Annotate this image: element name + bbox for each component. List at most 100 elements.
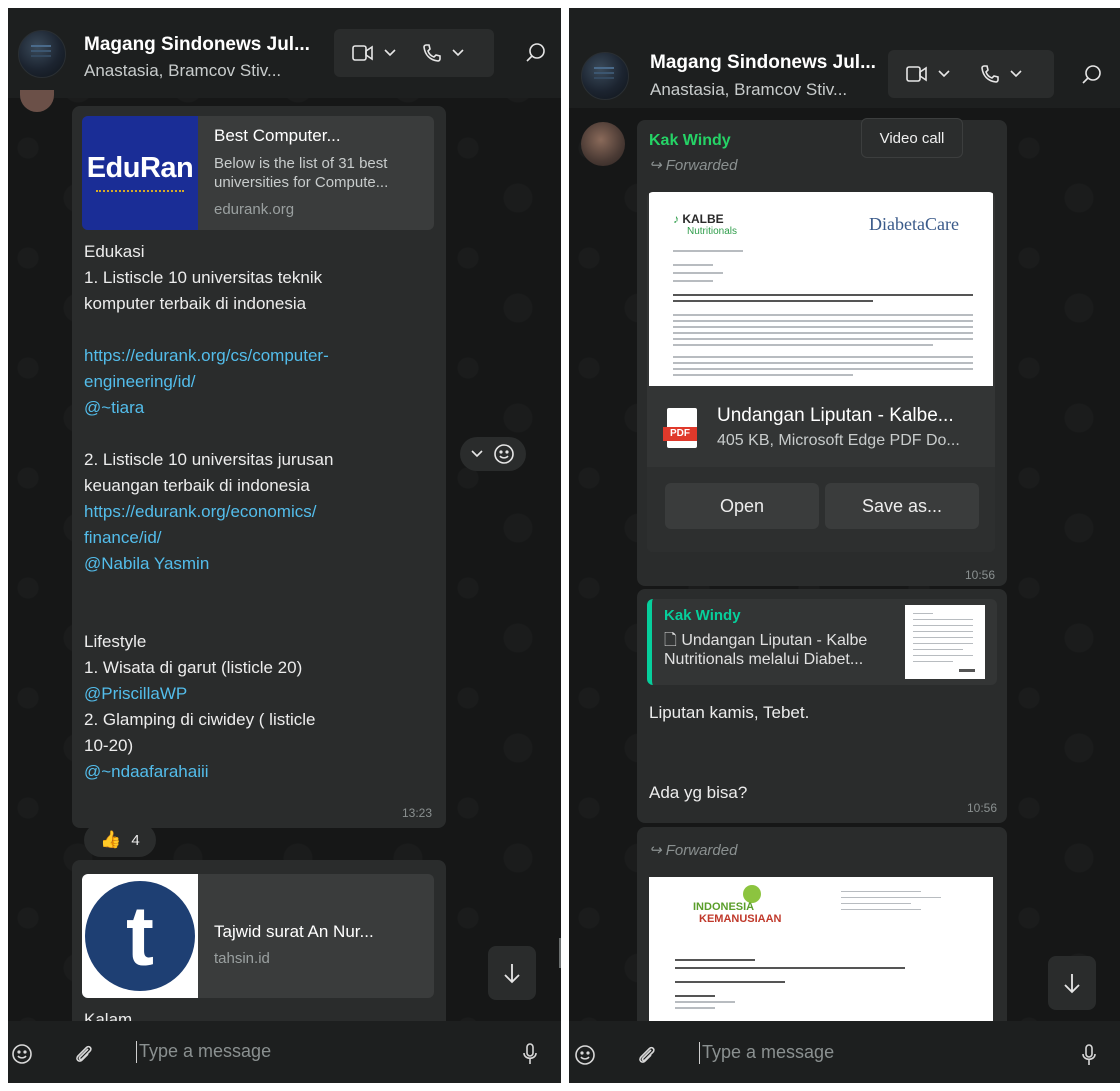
forward-arrow-icon: ↪ bbox=[649, 842, 666, 859]
chat-header: Magang Sindonews Jul... Anastasia, Bramc… bbox=[8, 8, 561, 98]
pdf-file-icon: PDF bbox=[663, 408, 697, 448]
logo-letter: t bbox=[85, 881, 195, 991]
message-time: 13:23 bbox=[402, 806, 433, 820]
message-link[interactable]: @PriscillaWP bbox=[84, 682, 187, 706]
message-link[interactable]: https://edurank.org/cs/computer- bbox=[84, 344, 329, 368]
scroll-to-bottom-button[interactable] bbox=[488, 946, 536, 1000]
emoji-button[interactable] bbox=[8, 1040, 36, 1068]
message-link[interactable]: @~tiara bbox=[84, 396, 144, 420]
message-text: Ada yg bisa? bbox=[649, 783, 748, 802]
chat-window-left: Magang Sindonews Jul... Anastasia, Bramc… bbox=[8, 8, 561, 1083]
sender-name[interactable]: Kak Windy bbox=[649, 132, 731, 150]
emoji-button[interactable] bbox=[571, 1041, 599, 1069]
link-title: Tajwid surat An Nur... bbox=[214, 922, 374, 941]
sender-avatar[interactable] bbox=[581, 122, 625, 166]
message-line: 1. Wisata di garut (listicle 20) bbox=[84, 658, 303, 677]
attach-button[interactable] bbox=[633, 1041, 661, 1069]
forwarded-label: ↪ Forwarded bbox=[649, 156, 737, 174]
voice-call-button[interactable] bbox=[414, 29, 482, 77]
message-link[interactable]: https://edurank.org/economics/ bbox=[84, 500, 316, 524]
message-bubble[interactable]: ↪ Forwarded INDONESIA KEMANUSIAAN bbox=[637, 827, 1007, 1047]
chevron-down-icon[interactable] bbox=[471, 450, 483, 458]
video-call-tooltip: Video call bbox=[861, 118, 963, 158]
chevron-down-icon bbox=[938, 70, 950, 78]
compose-bar: Type a message bbox=[8, 1021, 561, 1083]
group-avatar[interactable] bbox=[18, 30, 66, 78]
chat-title[interactable]: Magang Sindonews Jul... bbox=[650, 52, 876, 74]
group-avatar[interactable] bbox=[581, 52, 629, 100]
save-as-button[interactable]: Save as... bbox=[825, 483, 979, 529]
message-link[interactable]: @~ndaafarahaiii bbox=[84, 760, 209, 784]
logo-line-1: INDONESIA bbox=[693, 901, 755, 913]
search-icon bbox=[526, 43, 545, 62]
search-button[interactable] bbox=[1072, 55, 1112, 95]
message-bubble[interactable]: Kak Windy ↪ Forwarded ♪ KALBE Nutritiona… bbox=[637, 120, 1007, 586]
edurank-logo: EduRan bbox=[82, 116, 198, 230]
emoji-icon bbox=[575, 1045, 595, 1065]
reaction-chip[interactable]: 👍 4 bbox=[84, 823, 156, 857]
link-domain: edurank.org bbox=[214, 201, 295, 218]
chat-participants[interactable]: Anastasia, Bramcov Stiv... bbox=[84, 61, 281, 81]
message-line: 10-20) bbox=[84, 736, 134, 755]
voice-call-button[interactable] bbox=[968, 50, 1040, 98]
open-button[interactable]: Open bbox=[665, 483, 819, 529]
phone-icon bbox=[423, 44, 441, 62]
video-call-button[interactable] bbox=[888, 50, 968, 98]
message-line: 2. Glamping di ciwidey ( listicle bbox=[84, 710, 316, 729]
emoji-icon bbox=[12, 1044, 32, 1064]
arrow-down-icon bbox=[504, 964, 520, 984]
message-link[interactable]: engineering/id/ bbox=[84, 370, 196, 394]
diabetacare-logo: DiabetaCare bbox=[869, 214, 959, 234]
chat-window-right: Magang Sindonews Jul... Anastasia, Bramc… bbox=[569, 8, 1120, 1083]
forward-arrow-icon: ↪ bbox=[649, 157, 666, 174]
message-line: Lifestyle bbox=[84, 632, 147, 651]
document-preview[interactable]: ♪ KALBE Nutritionals DiabetaCare bbox=[649, 192, 993, 386]
message-bubble[interactable]: EduRan Best Computer... Below is the lis… bbox=[72, 106, 446, 828]
video-camera-icon bbox=[352, 45, 373, 61]
reaction-count: 4 bbox=[131, 831, 140, 849]
search-icon bbox=[1082, 65, 1101, 84]
voice-message-button[interactable] bbox=[516, 1040, 544, 1068]
search-button[interactable] bbox=[516, 33, 556, 73]
compose-bar: Type a message bbox=[569, 1021, 1120, 1083]
text-caret bbox=[699, 1042, 700, 1064]
voice-message-button[interactable] bbox=[1075, 1041, 1103, 1069]
message-input[interactable]: Type a message bbox=[139, 1041, 271, 1062]
chat-header: Magang Sindonews Jul... Anastasia, Bramc… bbox=[569, 8, 1120, 108]
pdf-badge: PDF bbox=[663, 427, 697, 441]
message-bubble[interactable]: t Tajwid surat An Nur... tahsin.id Kalam bbox=[72, 860, 446, 1040]
chat-participants[interactable]: Anastasia, Bramcov Stiv... bbox=[650, 80, 847, 100]
message-link[interactable]: @Nabila Yasmin bbox=[84, 552, 209, 576]
file-name: Undangan Liputan - Kalbe... bbox=[717, 405, 954, 426]
screenshot-root: Magang Sindonews Jul... Anastasia, Bramc… bbox=[0, 0, 1120, 1091]
message-action-pill[interactable] bbox=[460, 437, 526, 471]
message-line: Edukasi bbox=[84, 242, 145, 261]
forwarded-label: ↪ Forwarded bbox=[649, 841, 737, 859]
logo-line-2: KEMANUSIAAN bbox=[699, 913, 782, 925]
link-preview-card[interactable]: t Tajwid surat An Nur... tahsin.id bbox=[82, 874, 434, 998]
chat-title[interactable]: Magang Sindonews Jul... bbox=[84, 34, 310, 56]
message-text: Liputan kamis, Tebet. bbox=[649, 703, 810, 722]
message-line: 2. Listiscle 10 universitas jurusan bbox=[84, 450, 334, 469]
arrow-down-icon bbox=[1064, 974, 1080, 994]
quoted-message[interactable]: Kak Windy 🗋 Undangan Liputan - Kalbe Nut… bbox=[647, 599, 997, 685]
call-button-group bbox=[334, 29, 494, 77]
laurel-decoration bbox=[96, 190, 184, 196]
forwarded-text: Forwarded bbox=[665, 842, 738, 859]
quote-line-2: Nutritionals melalui Diabet... bbox=[664, 651, 864, 668]
link-description: Below is the list of 31 best universitie… bbox=[214, 155, 389, 191]
scrollbar-thumb[interactable] bbox=[559, 938, 561, 968]
link-preview-card[interactable]: EduRan Best Computer... Below is the lis… bbox=[82, 116, 434, 230]
message-input[interactable]: Type a message bbox=[702, 1042, 834, 1063]
text-caret bbox=[136, 1041, 137, 1063]
video-call-button[interactable] bbox=[334, 29, 414, 77]
scroll-to-bottom-button[interactable] bbox=[1048, 956, 1096, 1010]
paperclip-icon bbox=[76, 1045, 92, 1062]
call-button-group bbox=[888, 50, 1054, 98]
message-link[interactable]: finance/id/ bbox=[84, 526, 162, 550]
message-bubble[interactable]: Kak Windy 🗋 Undangan Liputan - Kalbe Nut… bbox=[637, 589, 1007, 823]
forwarded-text: Forwarded bbox=[665, 157, 738, 174]
emoji-react-icon[interactable] bbox=[493, 443, 515, 465]
attach-button[interactable] bbox=[70, 1040, 98, 1068]
document-attachment[interactable]: ♪ KALBE Nutritionals DiabetaCare PDF Und… bbox=[647, 192, 995, 552]
